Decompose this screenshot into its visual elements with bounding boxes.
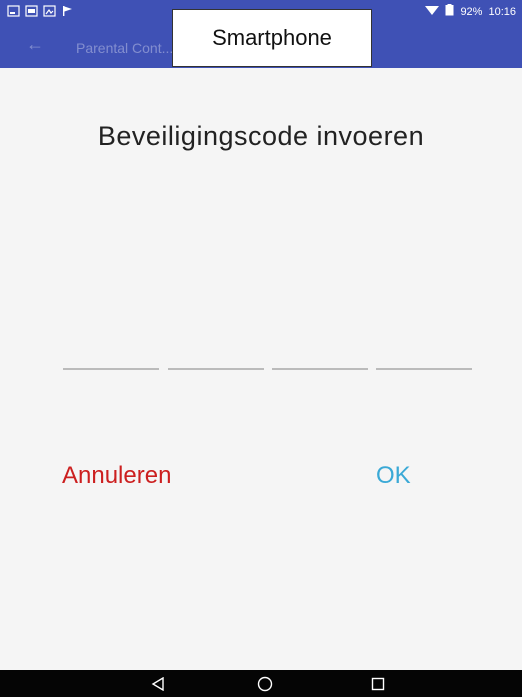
code-digit-3[interactable] <box>272 368 368 370</box>
home-circle-icon[interactable] <box>257 676 273 692</box>
screenshot-icon <box>6 4 20 17</box>
back-triangle-icon[interactable] <box>150 676 166 692</box>
system-status: 92% 10:16 <box>425 4 516 19</box>
callout-label: Smartphone <box>172 9 372 67</box>
clock: 10:16 <box>488 5 516 18</box>
cancel-button[interactable]: Annuleren <box>62 462 171 490</box>
battery-icon <box>445 4 454 19</box>
page-title: Beveiligingscode invoeren <box>97 121 425 151</box>
code-digit-4[interactable] <box>376 368 472 370</box>
callout-text: Smartphone <box>212 25 332 50</box>
ok-button[interactable]: OK <box>376 462 411 490</box>
video-icon <box>24 4 38 17</box>
notification-icons <box>6 4 74 17</box>
flag-icon <box>60 4 74 17</box>
navigation-bar <box>0 670 522 697</box>
image-icon <box>42 4 56 17</box>
recents-square-icon[interactable] <box>370 676 386 692</box>
wifi-icon <box>425 5 440 19</box>
code-digit-1[interactable] <box>63 368 159 370</box>
back-arrow-icon[interactable]: ← <box>26 34 44 55</box>
battery-percentage: 92% <box>460 5 483 18</box>
app-title: Parental Cont... <box>76 40 174 56</box>
code-digit-2[interactable] <box>168 368 264 370</box>
